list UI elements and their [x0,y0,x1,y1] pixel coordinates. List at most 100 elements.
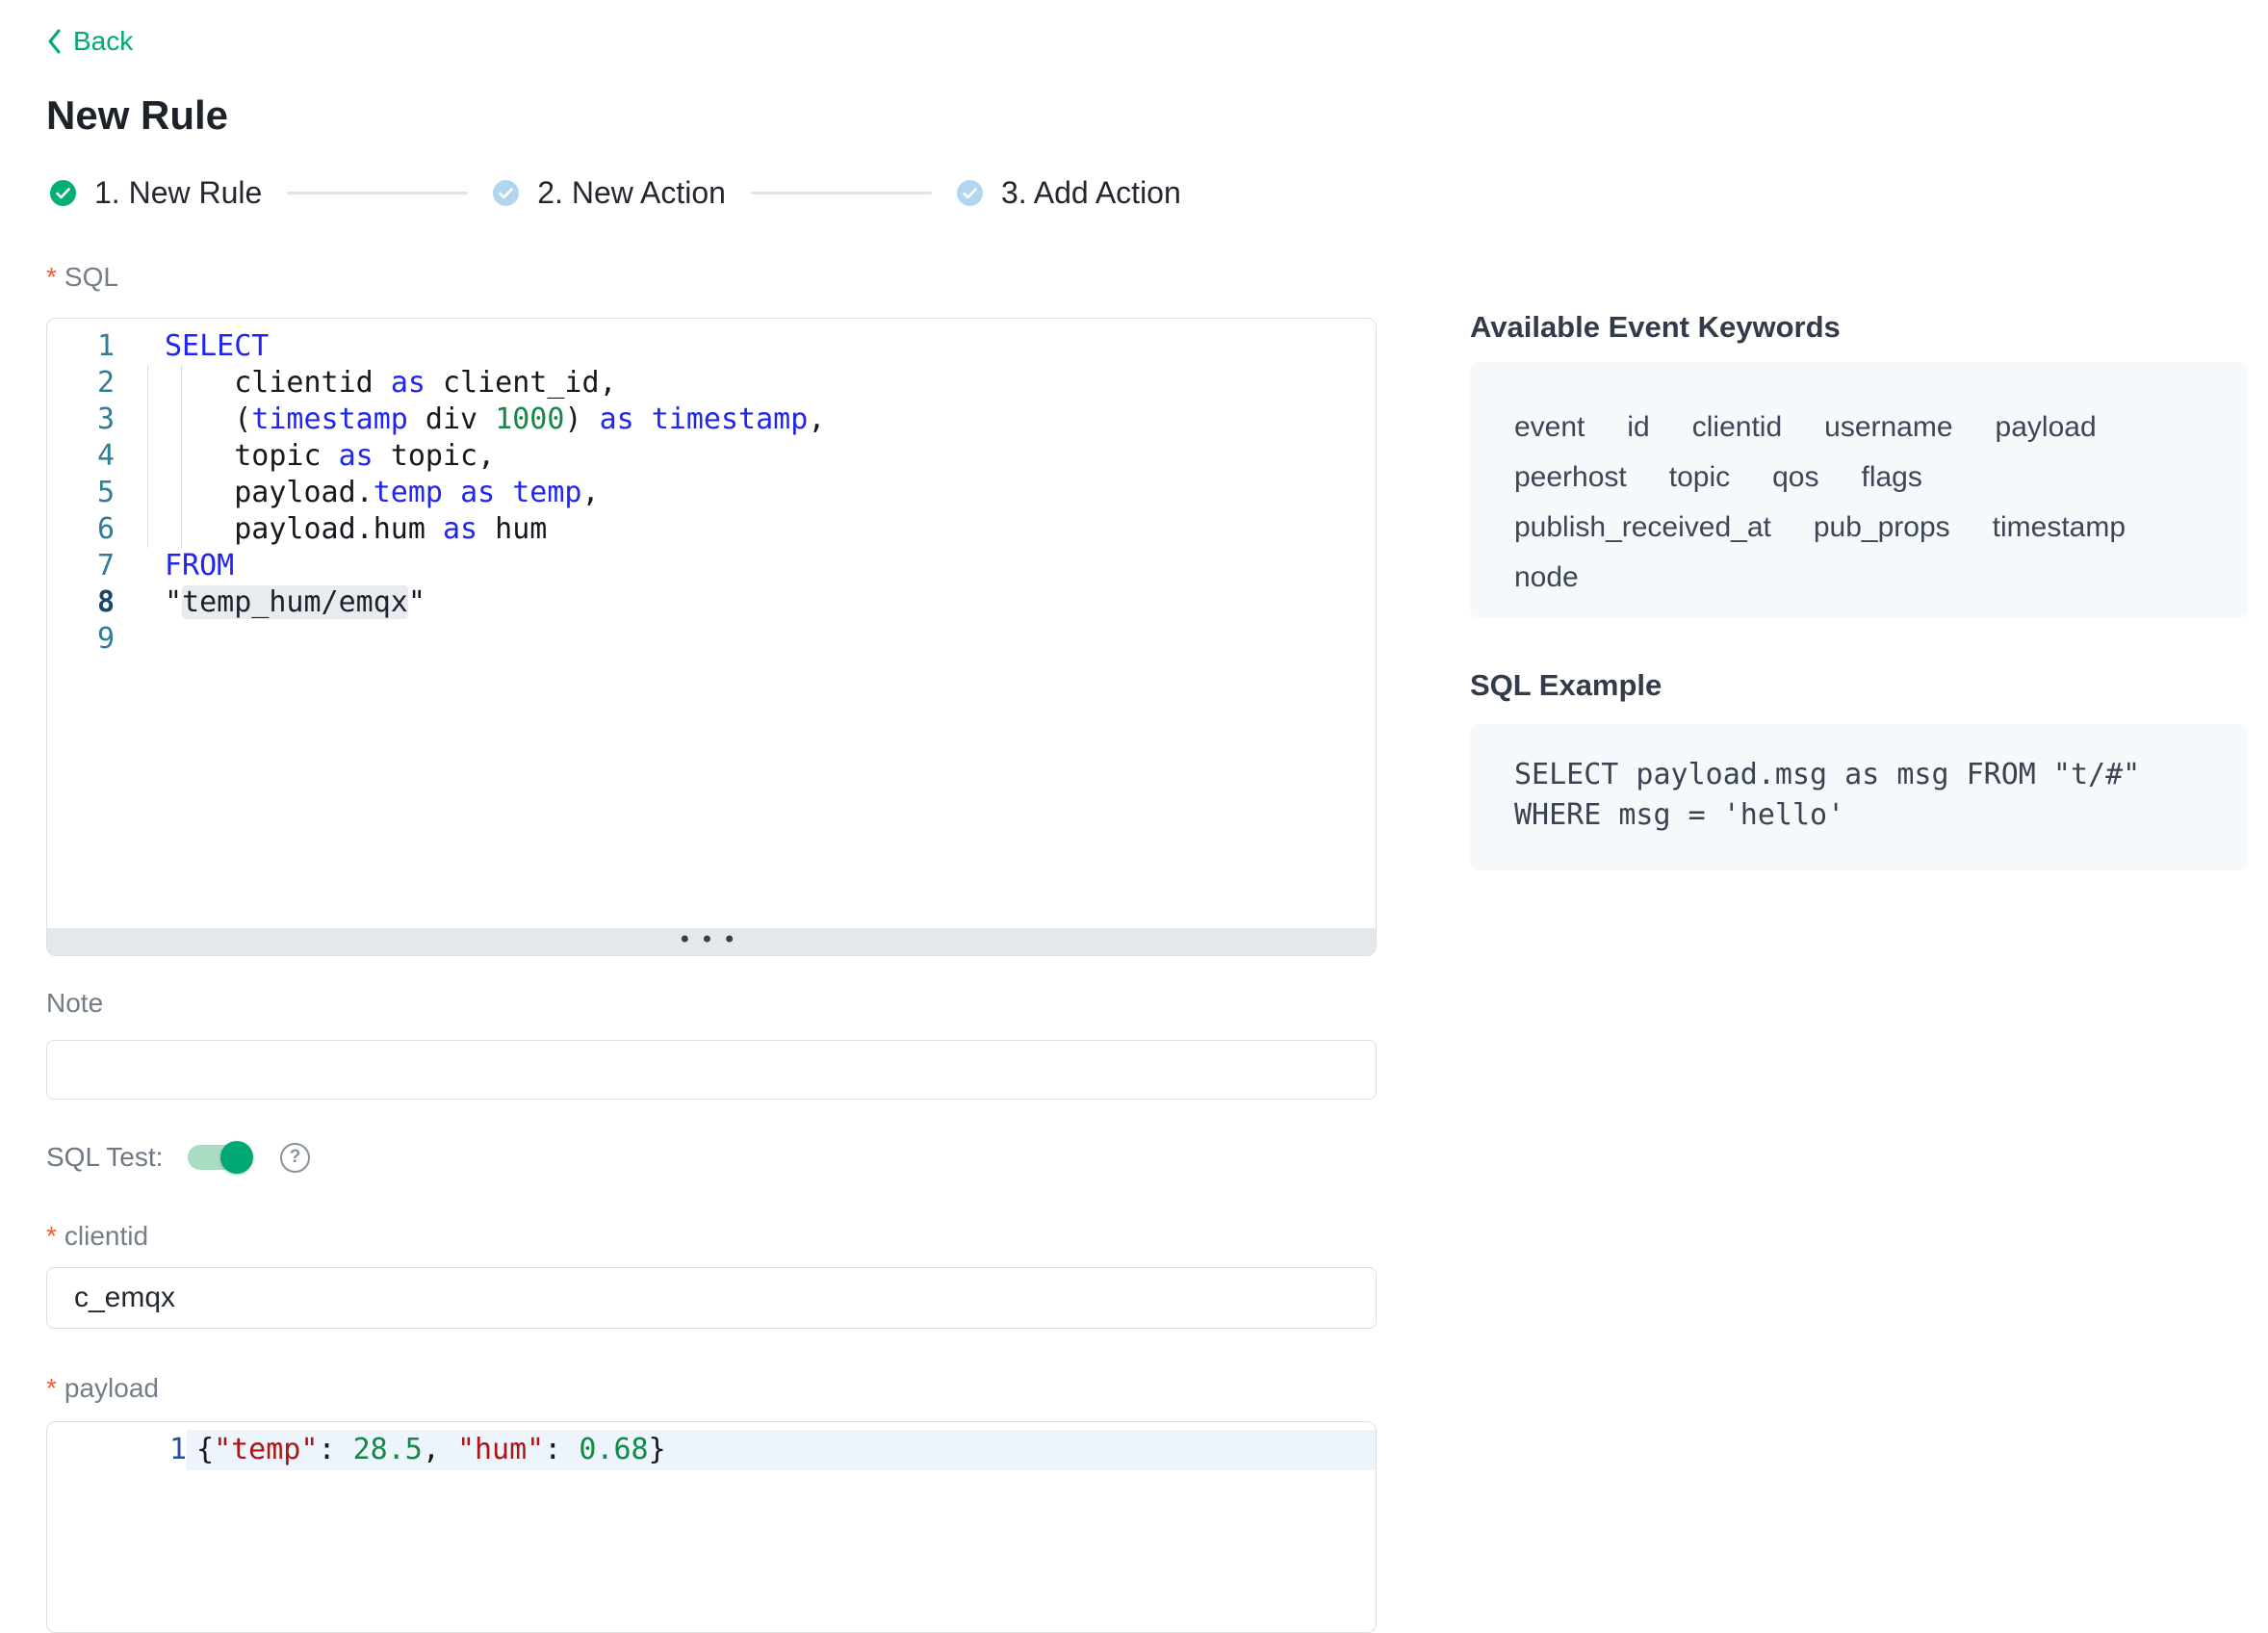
keyword-item[interactable]: topic [1669,453,1730,503]
sql-code-line[interactable]: 6 payload.hum as hum [47,511,1376,548]
code-token: payload.hum [165,512,443,546]
code-token: payload. [165,476,374,509]
sql-code-line[interactable]: 4 topic as topic, [47,438,1376,475]
keyword-row: node [1514,553,2213,603]
keyword-item[interactable]: qos [1772,453,1818,503]
indent-guide [147,365,148,548]
code-token: 1000 [495,402,564,436]
code-token: as [339,439,374,473]
step-connector [287,192,468,194]
code-token: as [391,366,425,400]
keyword-item[interactable]: flags [1862,453,1922,503]
sql-code-line[interactable]: 5 payload.temp as temp, [47,475,1376,511]
sql-code-line[interactable]: 3 (timestamp div 1000) as timestamp, [47,402,1376,438]
code-token [495,476,512,509]
code-token: ) [564,402,599,436]
code-token: 28.5 [353,1433,423,1466]
code-token: client_id, [425,366,617,400]
line-number: 3 [47,402,115,438]
clientid-input[interactable] [46,1267,1377,1329]
clientid-field-label: *clientid [46,1221,148,1252]
sql-example-title: SQL Example [1470,668,1662,703]
line-number: 2 [47,365,115,402]
sql-test-label: SQL Test: [46,1142,188,1173]
code-token [634,402,652,436]
chevron-left-icon [46,27,64,56]
keyword-item[interactable]: payload [1996,402,2097,453]
payload-code-line[interactable]: 1{"temp": 28.5, "hum": 0.68} [47,1430,1376,1470]
code-token: hum [477,512,547,546]
line-number: 8 [47,584,115,621]
editor-resize-handle[interactable]: ••• [47,928,1376,955]
code-token: 0.68 [579,1433,648,1466]
line-number: 4 [47,438,115,475]
code-token: timestamp [251,402,408,436]
code-token: , [423,1433,457,1466]
sql-example-line: SELECT payload.msg as msg FROM "t/#" [1514,755,2229,795]
step-3-label: 3. Add Action [1001,175,1181,211]
code-token: : [544,1433,579,1466]
keyword-item[interactable]: publish_received_at [1514,503,1771,553]
step-1-label: 1. New Rule [94,175,262,211]
code-token: { [196,1433,214,1466]
indent-guide [181,365,182,548]
new-rule-page: { "header": { "back_label": "Back", "tit… [0,0,2268,1510]
code-token: " [165,585,182,619]
sql-code-line[interactable]: 1 SELECT [47,328,1376,365]
payload-code-editor[interactable]: 1{"temp": 28.5, "hum": 0.68} [46,1421,1377,1633]
keyword-item[interactable]: peerhost [1514,453,1627,503]
keyword-item[interactable]: clientid [1692,402,1782,453]
sql-test-toggle[interactable] [188,1145,251,1170]
keyword-row: publish_received_at pub_props timestamp [1514,503,2213,553]
sql-code-line[interactable]: 8"temp_hum/emqx" [47,584,1376,621]
line-number: 1 [47,328,115,365]
code-token: timestamp [652,402,809,436]
step-connector [751,192,932,194]
code-token: "hum" [457,1433,544,1466]
sql-test-row: SQL Test: ? [46,1142,310,1173]
back-label: Back [73,26,133,57]
sql-code-lines: 1SELECT2 clientid as client_id,3 (timest… [47,319,1376,658]
keyword-item[interactable]: username [1824,402,1952,453]
keyword-row: eventid clientid username payload [1514,402,2213,453]
wizard-stepper: 1. New Rule 2. New Action 3. Add Action [50,175,1181,211]
step-2-check-icon [493,180,519,206]
line-number: 7 [47,548,115,584]
code-token [443,476,460,509]
code-token: topic, [374,439,495,473]
step-1-check-icon [50,180,76,206]
code-token: "temp" [214,1433,318,1466]
line-number: 1 [47,1430,187,1470]
code-token: as [460,476,495,509]
sql-code-line[interactable]: 9 [47,621,1376,658]
note-input[interactable] [46,1040,1377,1100]
code-token: " [408,585,425,619]
sql-example-panel: SELECT payload.msg as msg FROM "t/#"WHER… [1470,724,2248,870]
line-number: 9 [47,621,115,658]
payload-field-label: *payload [46,1373,159,1404]
sql-code-line[interactable]: 2 clientid as client_id, [47,365,1376,402]
keyword-item[interactable]: id [1627,402,1649,453]
code-token: temp [512,476,581,509]
code-token: div [408,402,495,436]
code-token: temp [374,476,443,509]
back-button[interactable]: Back [46,26,133,57]
sql-code-line[interactable]: 7FROM [47,548,1376,584]
note-field-label: Note [46,988,103,1019]
line-number: 6 [47,511,115,548]
keyword-item[interactable]: node [1514,553,1579,603]
code-token: SELECT [165,329,269,363]
code-token: clientid [165,366,391,400]
code-token: , [582,476,600,509]
sql-example-line: WHERE msg = 'hello' [1514,795,2229,836]
line-number: 5 [47,475,115,511]
keywords-panel-title: Available Event Keywords [1470,310,1841,345]
code-token: : [318,1433,352,1466]
keyword-item[interactable]: pub_props [1814,503,1950,553]
sql-code-editor[interactable]: 1SELECT2 clientid as client_id,3 (timest… [46,318,1377,956]
keyword-item[interactable]: timestamp [1993,503,2126,553]
help-icon[interactable]: ? [280,1143,310,1173]
keyword-row: peerhost topic qos flags [1514,453,2213,503]
keyword-item[interactable]: event [1514,402,1585,453]
payload-code-lines: 1{"temp": 28.5, "hum": 0.68} [47,1430,1376,1470]
